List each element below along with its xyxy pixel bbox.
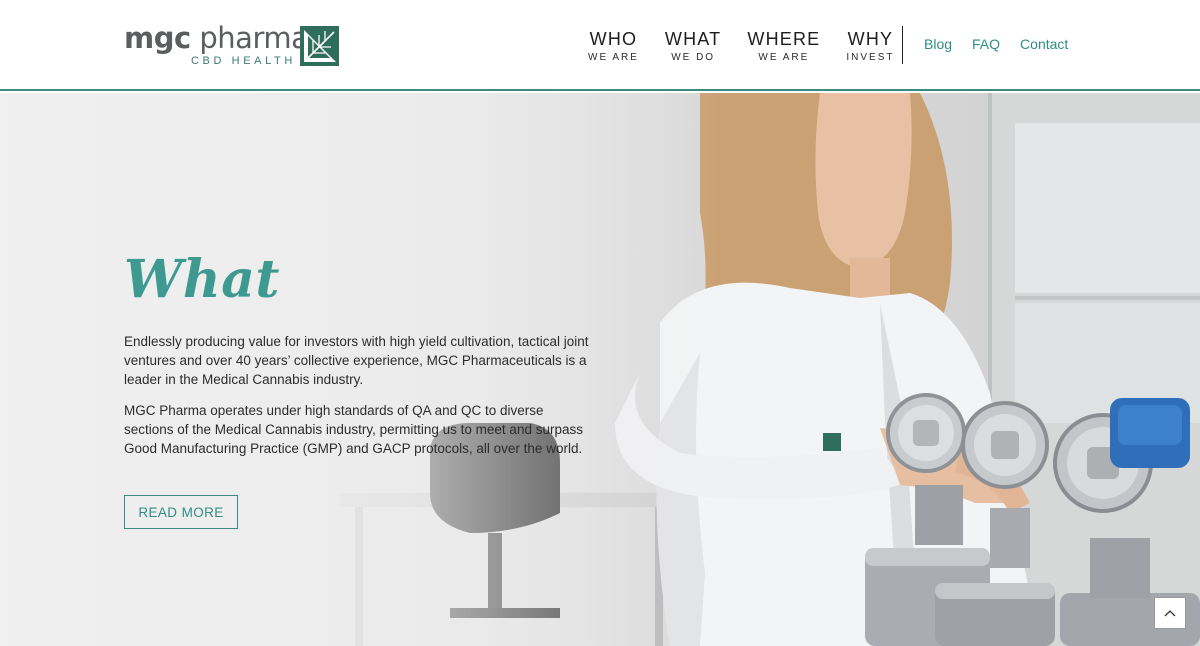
leaf-square-icon: [300, 26, 339, 66]
nav-item-label: WHO: [589, 29, 638, 49]
logo-subtitle: CBD HEALTH: [191, 55, 296, 67]
logo-name: mgc pharma: [124, 20, 309, 56]
nav-item-label: WHERE: [747, 29, 821, 49]
nav-item-label: WHY: [847, 29, 894, 49]
nav-item-what-we-do[interactable]: WHAT WE DO: [665, 30, 721, 70]
nav-item-where-we-are[interactable]: WHERE WE ARE: [747, 30, 820, 70]
nav-item-sublabel: INVEST: [846, 52, 895, 63]
logo-wordmark: mgc pharma CBD HEALTH: [124, 20, 309, 70]
main-nav: WHO WE ARE WHAT WE DO WHERE WE ARE WHY I…: [588, 30, 921, 70]
logo-name-part1: mgc: [124, 21, 191, 55]
nav-item-sublabel: WE DO: [671, 52, 716, 63]
scroll-to-top-button[interactable]: [1154, 597, 1186, 629]
nav-item-why-invest[interactable]: WHY INVEST: [846, 30, 894, 70]
nav-item-sublabel: WE ARE: [588, 52, 639, 63]
nav-item-sublabel: WE ARE: [758, 52, 810, 63]
hero-paragraph-1: Endlessly producing value for investors …: [124, 334, 589, 387]
nav-item-who-we-are[interactable]: WHO WE ARE: [588, 30, 639, 70]
hero-section: What Endlessly producing value for inves…: [0, 93, 1200, 646]
hero-paragraph-2: MGC Pharma operates under high standards…: [124, 403, 583, 456]
nav-link-blog[interactable]: Blog: [924, 36, 952, 52]
hero-title: What: [124, 249, 280, 310]
site-logo[interactable]: mgc pharma CBD HEALTH: [124, 20, 339, 70]
chevron-up-icon: [1164, 610, 1176, 617]
nav-link-contact[interactable]: Contact: [1020, 36, 1068, 52]
secondary-nav: Blog FAQ Contact: [924, 36, 1088, 52]
nav-divider: [902, 26, 903, 64]
nav-link-faq[interactable]: FAQ: [972, 36, 1000, 52]
site-header: mgc pharma CBD HEALTH WHO WE ARE WHAT WE…: [0, 0, 1200, 91]
read-more-button[interactable]: READ MORE: [124, 495, 238, 529]
nav-item-label: WHAT: [664, 29, 722, 49]
logo-name-part2: pharma: [199, 21, 309, 55]
